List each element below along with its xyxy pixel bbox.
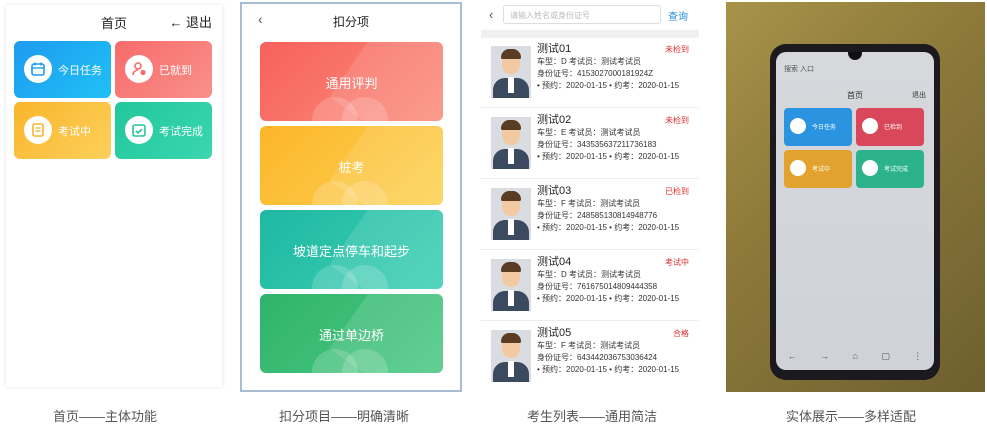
- list-item[interactable]: 测试04 车型：D 考试员：测试考试员 身份证号：761675014809444…: [481, 251, 699, 321]
- candidate-list-screen: ‹ 请输入姓名或身份证号 查询 测试01 车型：D 考试员：测试考试员 身份证号…: [481, 2, 699, 387]
- caption-list: 考生列表——通用简洁: [527, 409, 658, 424]
- tile-label: 考试完成: [159, 126, 203, 138]
- avatar: [491, 188, 531, 240]
- showcase-stage: 首页 ← 退出 今日任务 已就到 考试中 考试完成 ‹ 扣分项 通用评判 桩考 …: [0, 0, 987, 424]
- user-check-icon: [125, 55, 153, 83]
- deduction-item-general[interactable]: 通用评判: [260, 42, 443, 121]
- list-item[interactable]: 测试01 车型：D 考试员：测试考试员 身份证号：415302700018192…: [481, 38, 699, 108]
- exam-done-tile: 考试完成: [856, 150, 924, 188]
- item-label: 通用评判: [325, 76, 378, 91]
- exit-label: 退出: [185, 15, 212, 30]
- device-photo: 搜索 入口 首页 退出 今日任务 已检到 考试中 考试完成 ← → ⌂ ▢ ⋮: [726, 2, 985, 392]
- list-item[interactable]: 测试03 车型：F 考试员：测试考试员 身份证号：248585130814948…: [481, 180, 699, 250]
- today-task-tile[interactable]: 今日任务: [14, 41, 111, 98]
- status-badge: 已检到: [665, 187, 689, 196]
- status-badge: 未检到: [665, 45, 689, 54]
- tabs-icon: ▢: [881, 351, 890, 361]
- search-input[interactable]: 请输入姓名或身份证号: [503, 5, 661, 24]
- tile-label: 已就到: [159, 65, 192, 77]
- menu-icon: ⋮: [913, 351, 923, 361]
- avatar: [491, 46, 531, 98]
- tile-label: 考试中: [58, 126, 91, 138]
- browser-url: 搜索 入口: [784, 66, 814, 73]
- caption-home: 首页——主体功能: [53, 409, 158, 424]
- browser-nav: ← → ⌂ ▢ ⋮: [776, 351, 934, 362]
- list-item[interactable]: 测试05 车型：F 考试员：测试考试员 身份证号：643442036753036…: [481, 322, 699, 387]
- phone-screen: 搜索 入口 首页 退出 今日任务 已检到 考试中 考试完成 ← → ⌂ ▢ ⋮: [776, 52, 934, 370]
- tile-label: 今日任务: [58, 65, 102, 77]
- candidate-name: 测试05: [537, 327, 572, 339]
- avatar: [491, 330, 531, 382]
- item-label: 桩考: [338, 160, 365, 175]
- deduction-screen: ‹ 扣分项 通用评判 桩考 坡道定点停车和起步 通过单边桥: [240, 2, 462, 392]
- item-label: 坡道定点停车和起步: [292, 244, 410, 259]
- deduction-header: ‹ 扣分项: [242, 4, 460, 36]
- deduction-item-pile[interactable]: 桩考: [260, 126, 443, 205]
- home-screen: 首页 ← 退出 今日任务 已就到 考试中 考试完成: [6, 5, 222, 387]
- exit-button: 退出: [912, 92, 926, 99]
- deduction-item-bridge[interactable]: 通过单边桥: [260, 294, 443, 373]
- status-badge: 未检到: [665, 116, 689, 125]
- page-title: 首页: [847, 91, 863, 100]
- in-exam-tile: 考试中: [784, 150, 852, 188]
- checked-in-tile: 已检到: [856, 108, 924, 146]
- today-task-tile: 今日任务: [784, 108, 852, 146]
- exam-done-tile[interactable]: 考试完成: [115, 102, 212, 159]
- arrow-left-icon: ←: [169, 15, 183, 30]
- page-title: 扣分项: [332, 15, 369, 29]
- in-exam-tile[interactable]: 考试中: [14, 102, 111, 159]
- exit-button[interactable]: ← 退出: [169, 12, 212, 31]
- forward-icon: →: [820, 351, 830, 361]
- avatar: [491, 117, 531, 169]
- back-icon[interactable]: ‹: [489, 7, 493, 22]
- caption-deduction: 扣分项目——明确清晰: [279, 409, 410, 424]
- document-icon: [24, 116, 52, 144]
- home-header: 首页 ← 退出: [6, 5, 222, 35]
- calendar-check-icon: [125, 116, 153, 144]
- status-badge: 合格: [673, 329, 689, 338]
- phone-frame: 搜索 入口 首页 退出 今日任务 已检到 考试中 考试完成 ← → ⌂ ▢ ⋮: [770, 44, 940, 380]
- list-item[interactable]: 测试02 车型：E 考试员：测试考试员 身份证号：343535637211736…: [481, 109, 699, 179]
- query-button[interactable]: 查询: [668, 8, 688, 23]
- home-icon: ⌂: [852, 351, 858, 361]
- back-icon: ←: [787, 351, 797, 361]
- caption-device: 实体展示——多样适配: [786, 409, 917, 424]
- search-bar: ‹ 请输入姓名或身份证号 查询: [481, 2, 699, 30]
- calendar-icon: [24, 55, 52, 83]
- status-badge: 考试中: [665, 258, 689, 267]
- avatar: [491, 259, 531, 311]
- item-label: 通过单边桥: [318, 328, 384, 343]
- checked-in-tile[interactable]: 已就到: [115, 41, 212, 98]
- deduction-item-slope[interactable]: 坡道定点停车和起步: [260, 210, 443, 289]
